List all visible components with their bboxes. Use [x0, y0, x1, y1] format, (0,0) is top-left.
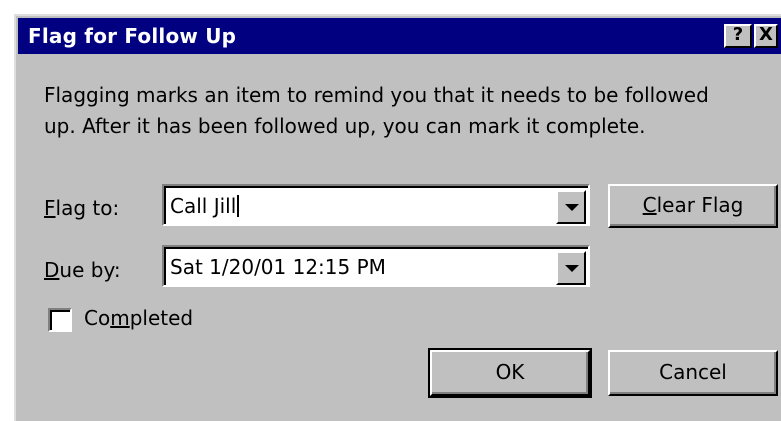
flag-to-input[interactable]: Call Jill	[170, 194, 240, 218]
dialog-title: Flag for Follow Up	[28, 24, 237, 48]
completed-label-post: pleted	[129, 306, 194, 330]
description-text: Flagging marks an item to remind you tha…	[44, 83, 709, 138]
due-by-dropdown-button[interactable]	[556, 251, 586, 285]
clear-flag-button[interactable]: Clear Flag	[608, 184, 778, 228]
clear-flag-label: lear Flag	[656, 193, 744, 217]
completed-checkbox[interactable]	[48, 308, 72, 332]
due-by-combobox[interactable]: Sat 1/20/01 12:15 PM	[162, 245, 590, 287]
flag-to-label-text: lag to:	[55, 196, 120, 220]
flag-to-label: Flag to:	[44, 196, 119, 220]
cancel-button[interactable]: Cancel	[608, 350, 778, 396]
flag-to-combobox[interactable]: Call Jill	[162, 184, 590, 226]
completed-label-pre: Co	[84, 306, 111, 330]
due-by-accelerator: D	[44, 258, 60, 282]
chevron-down-icon	[565, 204, 579, 211]
text-cursor	[237, 195, 240, 217]
help-button[interactable]: ?	[724, 24, 752, 48]
close-button[interactable]: X	[754, 24, 778, 48]
flag-to-value: Call Jill	[170, 194, 237, 218]
completed-accelerator: m	[110, 306, 130, 330]
due-by-label-text: ue by:	[59, 258, 121, 282]
due-by-label: Due by:	[44, 258, 121, 282]
close-icon: X	[759, 24, 773, 45]
completed-label[interactable]: Completed	[84, 306, 193, 330]
due-by-value[interactable]: Sat 1/20/01 12:15 PM	[170, 255, 386, 279]
clear-flag-accelerator: C	[642, 193, 657, 217]
flag-for-follow-up-dialog: Flag for Follow Up ? X Flagging marks an…	[14, 14, 781, 421]
flag-to-dropdown-button[interactable]	[556, 190, 586, 224]
title-bar[interactable]: Flag for Follow Up ? X	[18, 18, 781, 54]
chevron-down-icon	[565, 265, 579, 272]
flag-to-accelerator: F	[44, 196, 56, 220]
ok-button[interactable]: OK	[428, 348, 592, 398]
help-icon: ?	[732, 24, 744, 45]
